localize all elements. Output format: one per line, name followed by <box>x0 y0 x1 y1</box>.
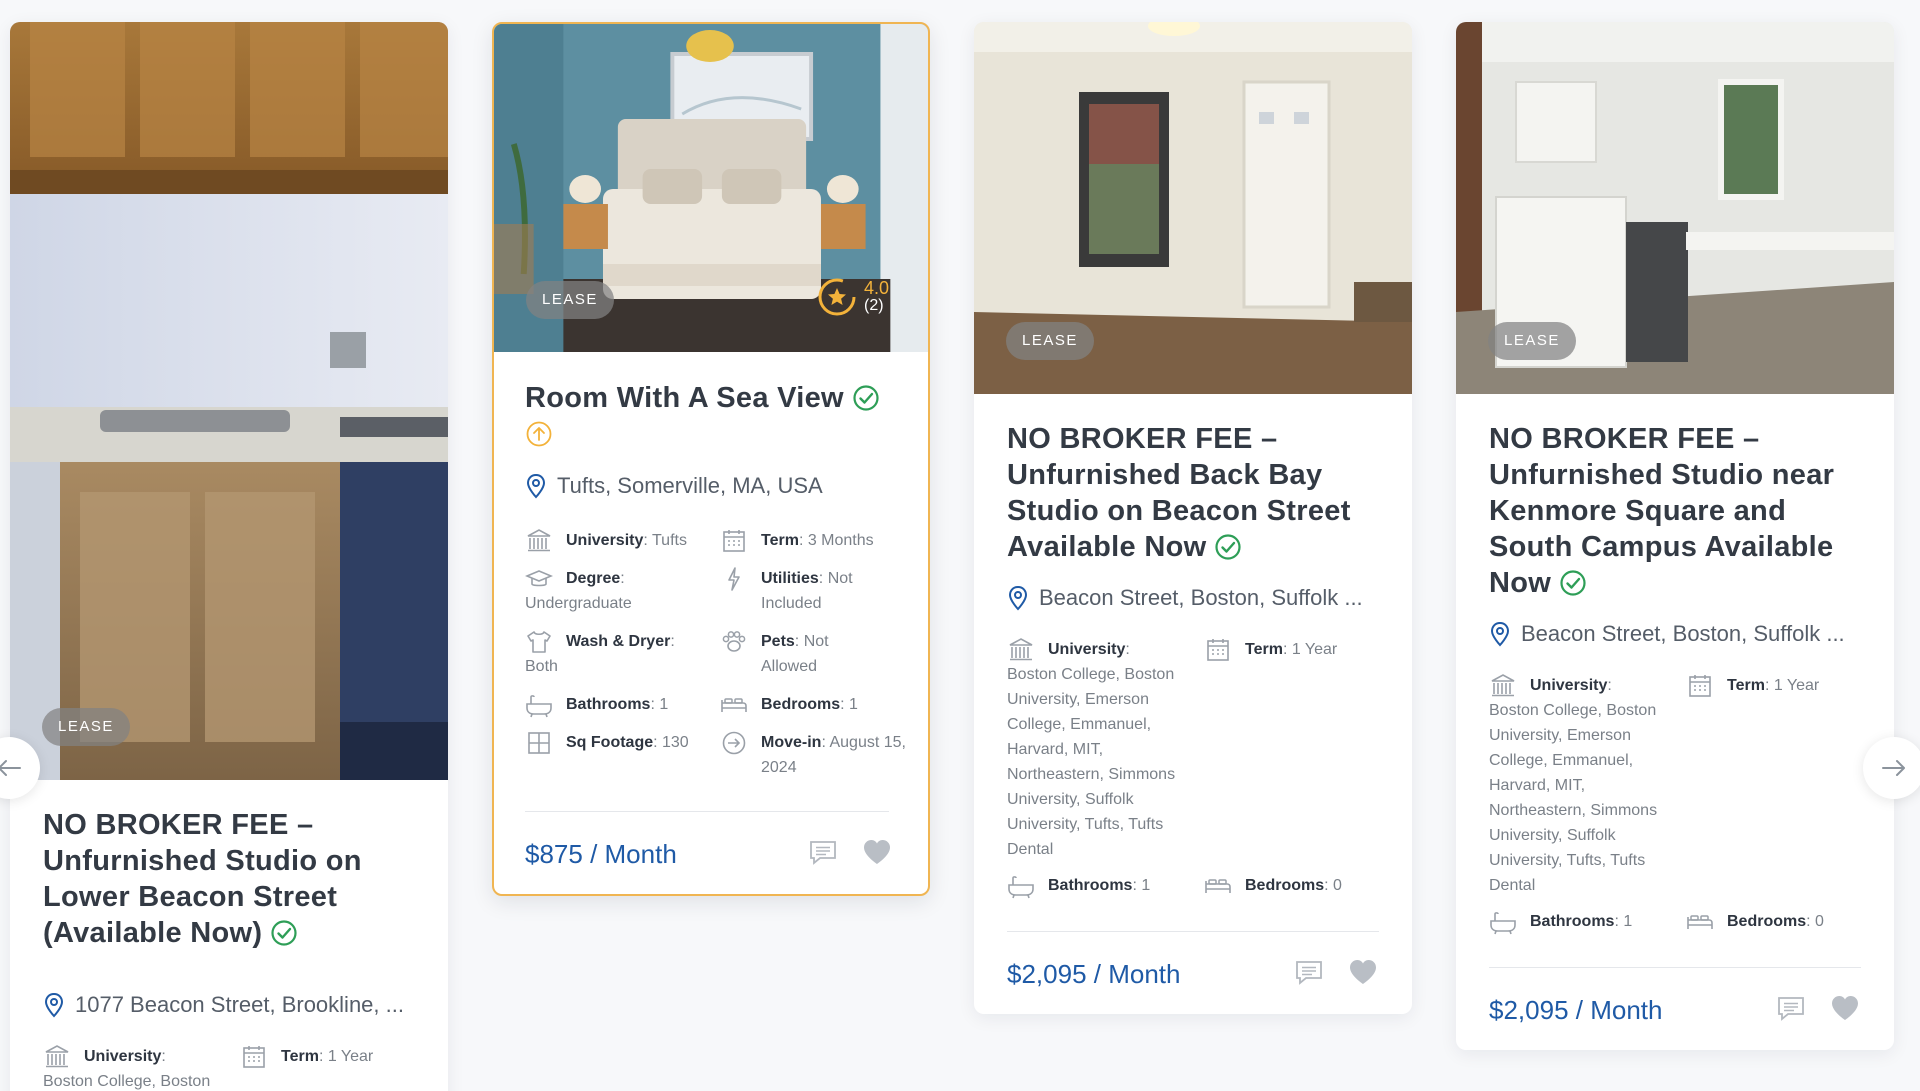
lease-badge: LEASE <box>1006 322 1094 360</box>
paw-icon <box>720 629 748 655</box>
attr-sq-footage: Sq Footage: 130 <box>525 730 715 755</box>
graduation-cap-icon <box>525 566 553 592</box>
listing-price: $875 / Month <box>525 839 677 869</box>
lease-badge: LEASE <box>1488 322 1576 360</box>
boost-icon <box>525 420 553 448</box>
calendar-icon <box>240 1044 268 1070</box>
arrow-left-icon <box>0 760 21 776</box>
attr-bedrooms: Bedrooms: 0 <box>1686 909 1876 934</box>
favorite-heart-icon[interactable] <box>1348 958 1378 986</box>
listing-photo[interactable]: LEASE <box>1456 22 1894 394</box>
attr-term: Term: 3 Months <box>720 528 910 553</box>
attr-term: Term: 1 Year <box>1686 673 1876 698</box>
star-rating-icon <box>818 278 856 316</box>
listing-card[interactable]: LEASE 4.0 (2) Room With A Sea View Tufts… <box>492 22 930 896</box>
university-icon <box>1007 637 1035 663</box>
listing-address: 1077 Beacon Street, Brookline, ... <box>43 992 433 1018</box>
divider <box>1007 931 1379 932</box>
attr-move-in: Move-in: August 15, 2024 <box>720 730 910 780</box>
attr-degree: Degree: Undergraduate <box>525 566 715 616</box>
listing-price: $2,095 / Month <box>1007 959 1181 989</box>
floor-plan-icon <box>525 730 553 756</box>
listing-card[interactable]: LEASE NO BROKER FEE – Unfurnished Studio… <box>10 22 448 1091</box>
verified-icon <box>270 919 298 947</box>
favorite-heart-icon[interactable] <box>1830 994 1860 1022</box>
arrow-circle-icon <box>720 730 748 756</box>
attr-university: University: Boston College, Boston Unive… <box>1489 673 1669 898</box>
message-icon[interactable] <box>1776 995 1806 1021</box>
attr-university: University: Tufts <box>525 528 715 553</box>
listing-address: Beacon Street, Boston, Suffolk ... <box>1007 585 1397 611</box>
rating-count: (2) <box>864 297 884 314</box>
attr-university: University: Boston College, Boston Unive… <box>43 1044 233 1091</box>
listing-carousel: LEASE NO BROKER FEE – Unfurnished Studio… <box>0 0 1920 1091</box>
listing-card[interactable]: LEASE NO BROKER FEE – Unfurnished Studio… <box>1456 22 1894 1050</box>
listing-title[interactable]: Room With A Sea View <box>525 380 905 416</box>
university-icon <box>1489 673 1517 699</box>
listing-title[interactable]: NO BROKER FEE – Unfurnished Back Bay Stu… <box>1007 421 1387 565</box>
listing-address: Beacon Street, Boston, Suffolk ... <box>1489 621 1879 647</box>
location-pin-icon <box>1489 621 1511 647</box>
listing-photo[interactable]: LEASE 4.0 (2) <box>494 24 928 352</box>
lease-badge: LEASE <box>42 708 130 746</box>
rating: 4.0 (2) <box>816 276 889 318</box>
listing-card[interactable]: LEASE NO BROKER FEE – Unfurnished Back B… <box>974 22 1412 1014</box>
message-icon[interactable] <box>1294 959 1324 985</box>
message-icon[interactable] <box>808 839 838 865</box>
kitchenette-photo <box>10 22 448 780</box>
divider <box>1489 967 1861 968</box>
calendar-icon <box>720 528 748 554</box>
attr-utilities: Utilities: Not Included <box>720 566 896 616</box>
listing-price: $2,095 / Month <box>1489 995 1663 1025</box>
carousel-next-button[interactable] <box>1863 737 1920 799</box>
location-pin-icon <box>43 992 65 1018</box>
listing-title[interactable]: NO BROKER FEE – Unfurnished Studio near … <box>1489 421 1869 601</box>
listing-photo[interactable]: LEASE <box>10 22 448 780</box>
attr-term: Term: 1 Year <box>1204 637 1394 662</box>
bed-icon <box>1686 909 1714 935</box>
attr-bathrooms: Bathrooms: 1 <box>1489 909 1679 934</box>
bathtub-icon <box>525 692 553 718</box>
location-pin-icon <box>1007 585 1029 611</box>
attr-wash-dryer: Wash & Dryer: Both <box>525 629 715 679</box>
divider <box>525 811 889 812</box>
attr-bedrooms: Bedrooms: 1 <box>720 692 910 717</box>
listing-photo[interactable]: LEASE <box>974 22 1412 394</box>
calendar-icon <box>1686 673 1714 699</box>
bed-icon <box>1204 873 1232 899</box>
favorite-heart-icon[interactable] <box>862 838 892 866</box>
attr-pets: Pets: Not Allowed <box>720 629 880 679</box>
bed-icon <box>720 692 748 718</box>
attr-bathrooms: Bathrooms: 1 <box>1007 873 1197 898</box>
arrow-right-icon <box>1882 760 1905 776</box>
verified-icon <box>1559 569 1587 597</box>
lightning-icon <box>720 566 748 592</box>
calendar-icon <box>1204 637 1232 663</box>
listing-address: Tufts, Somerville, MA, USA <box>525 473 905 499</box>
attr-bedrooms: Bedrooms: 0 <box>1204 873 1394 898</box>
rating-score: 4.0 <box>864 278 890 298</box>
attr-university: University: Boston College, Boston Unive… <box>1007 637 1187 862</box>
shirt-icon <box>525 629 553 655</box>
attr-bathrooms: Bathrooms: 1 <box>525 692 715 717</box>
bathtub-icon <box>1489 909 1517 935</box>
verified-icon <box>1214 533 1242 561</box>
bathtub-icon <box>1007 873 1035 899</box>
listing-title[interactable]: NO BROKER FEE – Unfurnished Studio on Lo… <box>43 807 423 951</box>
university-icon <box>43 1044 71 1070</box>
lease-badge: LEASE <box>526 281 614 319</box>
university-icon <box>525 528 553 554</box>
verified-icon <box>852 384 880 412</box>
attr-term: Term: 1 Year <box>240 1044 430 1069</box>
location-pin-icon <box>525 473 547 499</box>
